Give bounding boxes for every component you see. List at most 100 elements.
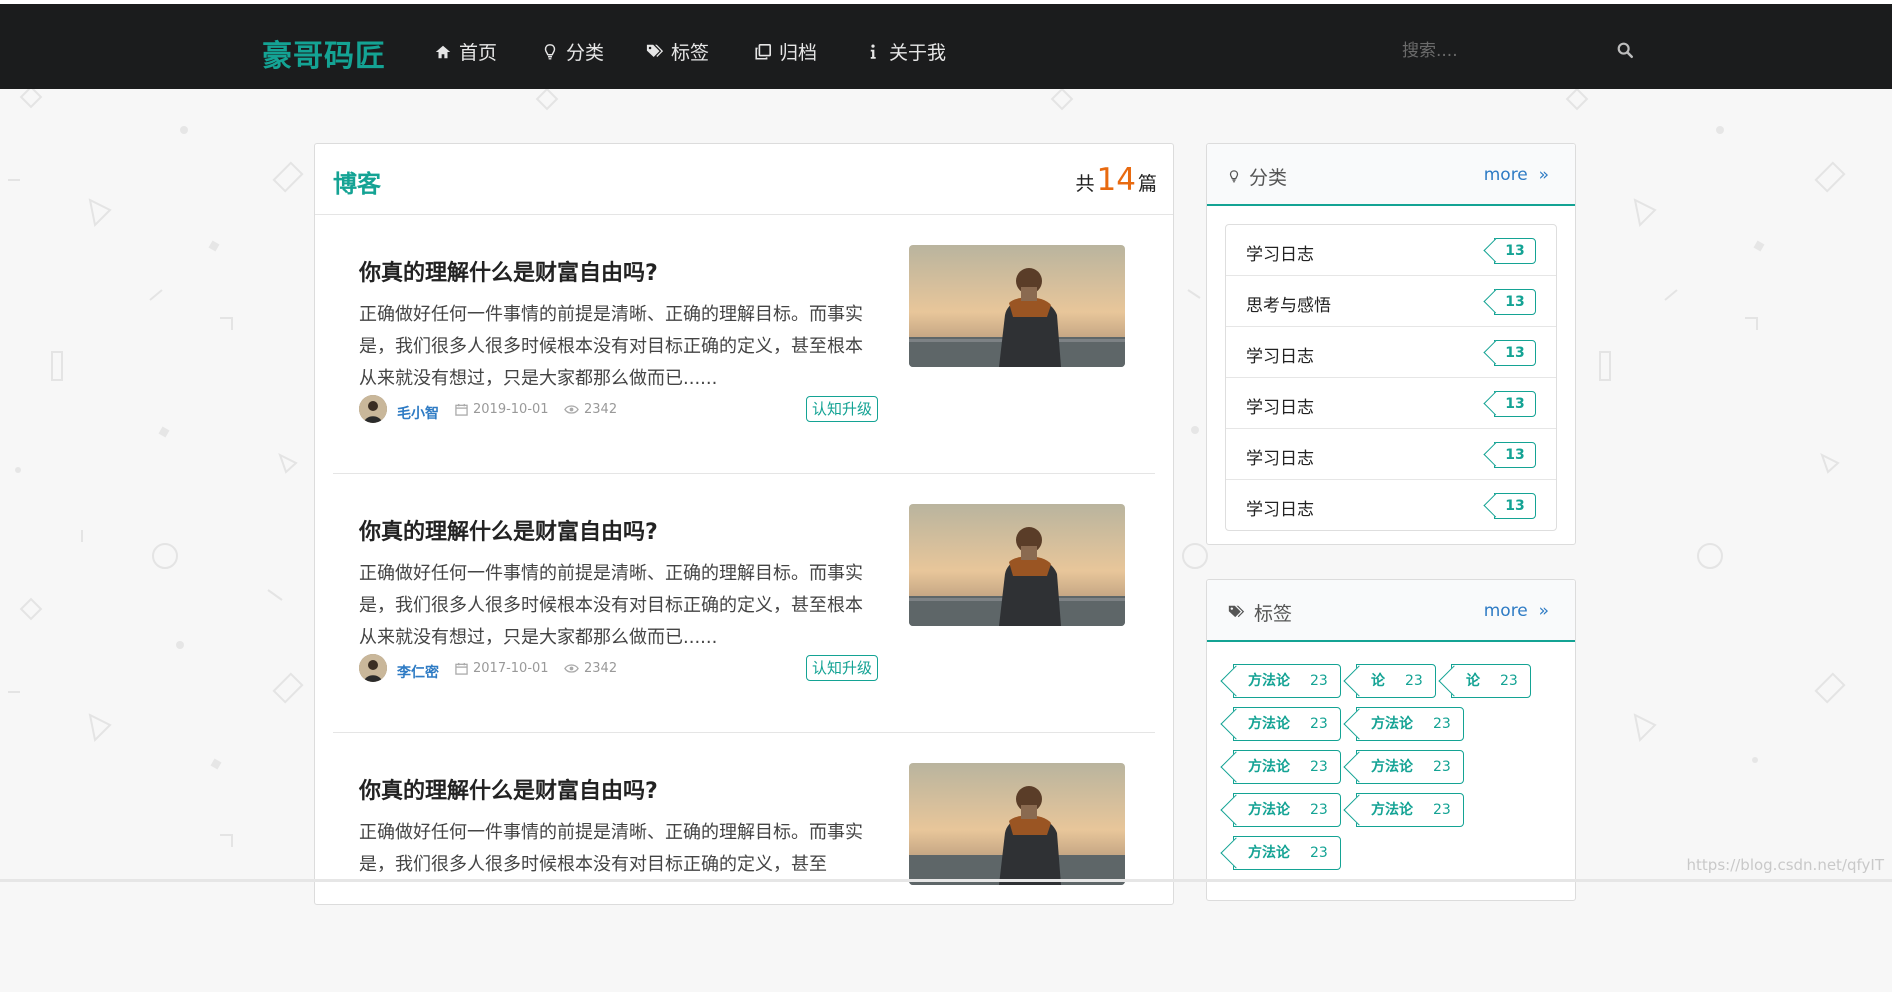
post-thumbnail[interactable] [909,763,1125,885]
post-item[interactable]: 你真的理解什么是财富自由吗? 正确做好任何一件事情的前提是清晰、正确的理解目标。… [333,474,1155,733]
nav-item-home[interactable]: 首页 [434,38,497,65]
clone-icon [755,43,772,60]
category-list: 学习日志 13 思考与感悟 13 学习日志 13 学习日志 13 学习日志 13 学习日志… [1225,224,1557,531]
category-item[interactable]: 学习日志 13 [1226,429,1556,480]
tag-count: 23 [1310,802,1328,818]
post-date-text: 2017-10-01 [473,661,549,676]
post-date: 2019-10-01 [455,402,549,417]
category-name: 学习日志 [1246,245,1314,265]
nav-item-category[interactable]: 分类 [541,38,604,65]
category-more-link[interactable]: more » [1484,165,1549,185]
post-date: 2017-10-01 [455,661,549,676]
post-summary: 正确做好任何一件事情的前提是清晰、正确的理解目标。而事实是，我们很多人很多时候根… [359,822,863,875]
blog-list-header: 博客 共14 篇 [315,144,1173,215]
post-thumbnail[interactable] [909,245,1125,367]
post-author[interactable]: 毛小智 [397,403,439,423]
category-count-badge: 13 [1494,340,1536,366]
eye-icon [564,664,579,673]
nav-item-about[interactable]: 关于我 [864,38,946,65]
tag-count: 23 [1310,673,1328,689]
category-item[interactable]: 思考与感悟 13 [1226,276,1556,327]
category-item[interactable]: 学习日志 13 [1226,225,1556,276]
post-summary: 正确做好任何一件事情的前提是清晰、正确的理解目标。而事实是，我们很多人很多时候根… [359,563,863,648]
more-label: more [1483,165,1528,185]
post-meta: 李仁密 2017-10-01 2342 认知升级 [359,654,879,684]
category-count: 13 [1505,498,1525,514]
nav-item-tags[interactable]: 标签 [646,38,709,65]
double-chevron-right-icon: » [1533,165,1549,185]
nav-item-label: 标签 [671,42,710,64]
post-date-text: 2019-10-01 [473,402,549,417]
tag-count: 23 [1433,716,1451,732]
tag-count: 23 [1500,673,1518,689]
tag-card-title-text: 标签 [1254,603,1293,625]
post-tag[interactable]: 认知升级 [806,396,879,422]
avatar[interactable] [359,654,387,682]
post-views-count: 2342 [584,661,618,676]
tag-card: 标签 more » 方法论 23 论 23 论 23 方法论 23 方法论 23 方法论 2… [1206,579,1576,901]
avatar[interactable] [359,395,387,423]
tag-count: 23 [1405,673,1423,689]
category-count: 13 [1505,396,1525,412]
category-card: 分类 more » 学习日志 13 思考与感悟 13 学习日志 13 学习日志 13 学… [1206,143,1576,545]
category-item[interactable]: 学习日志 13 [1226,327,1556,378]
category-item[interactable]: 学习日志 13 [1226,480,1556,530]
tag-chip[interactable]: 方法论 23 [1233,707,1341,741]
post-author[interactable]: 李仁密 [397,662,439,682]
post-thumbnail[interactable] [909,504,1125,626]
lightbulb-icon [544,43,556,59]
tag-count: 23 [1433,802,1451,818]
post-views: 2342 [564,402,617,417]
blog-list-title: 博客 [333,170,381,198]
category-count-badge: 13 [1494,493,1536,519]
home-icon [435,45,451,58]
tag-chip[interactable]: 方法论 23 [1233,793,1341,827]
search-input[interactable] [1400,36,1604,66]
tags-icon [646,44,664,57]
search-box [1400,36,1640,66]
post-title[interactable]: 你真的理解什么是财富自由吗? [359,514,658,546]
tag-chip[interactable]: 方法论 23 [1233,664,1341,698]
category-count-badge: 13 [1494,238,1536,264]
tag-chip[interactable]: 论 23 [1451,664,1531,698]
post-item[interactable]: 你真的理解什么是财富自由吗? 正确做好任何一件事情的前提是清晰、正确的理解目标。… [333,733,1155,992]
tag-count: 23 [1433,759,1451,775]
nav-item-archive[interactable]: 归档 [754,38,817,65]
tag-name: 方法论 [1371,802,1413,818]
post-title[interactable]: 你真的理解什么是财富自由吗? [359,255,658,287]
top-navbar: 豪哥码匠 首页 分类 标签 归档 关于我 [0,4,1892,89]
tag-chip[interactable]: 方法论 23 [1233,750,1341,784]
post-tag[interactable]: 认知升级 [806,655,879,681]
tag-card-title: 标签 [1227,599,1292,626]
post-item[interactable]: 你真的理解什么是财富自由吗? 正确做好任何一件事情的前提是清晰、正确的理解目标。… [333,215,1155,474]
double-chevron-right-icon: » [1533,601,1549,621]
nav-item-label: 分类 [566,42,605,64]
tag-name: 论 [1371,673,1385,689]
window-top-strip [0,0,1892,4]
tag-chip[interactable]: 方法论 23 [1356,793,1464,827]
category-count-badge: 13 [1494,391,1536,417]
tag-name: 方法论 [1248,673,1290,689]
tag-count: 23 [1310,716,1328,732]
post-title[interactable]: 你真的理解什么是财富自由吗? [359,773,658,805]
category-card-header: 分类 more » [1207,144,1575,206]
tag-name: 方法论 [1248,802,1290,818]
tag-chip[interactable]: 方法论 23 [1356,707,1464,741]
category-count-badge: 13 [1494,289,1536,315]
tag-name: 方法论 [1371,759,1413,775]
category-name: 学习日志 [1246,398,1314,418]
tag-chip[interactable]: 论 23 [1356,664,1436,698]
post-count-suffix: 篇 [1137,173,1157,195]
tag-count: 23 [1310,759,1328,775]
nav-item-label: 归档 [779,42,818,64]
tag-chip[interactable]: 方法论 23 [1356,750,1464,784]
category-card-title: 分类 [1227,163,1287,190]
post-meta: 毛小智 2019-10-01 2342 认知升级 [359,395,879,425]
category-item[interactable]: 学习日志 13 [1226,378,1556,429]
more-label: more [1483,601,1528,621]
tag-more-link[interactable]: more » [1484,601,1549,621]
search-icon[interactable] [1616,41,1634,59]
category-name: 思考与感悟 [1246,296,1331,316]
site-logo[interactable]: 豪哥码匠 [262,31,386,75]
tag-chip[interactable]: 方法论 23 [1233,836,1341,870]
